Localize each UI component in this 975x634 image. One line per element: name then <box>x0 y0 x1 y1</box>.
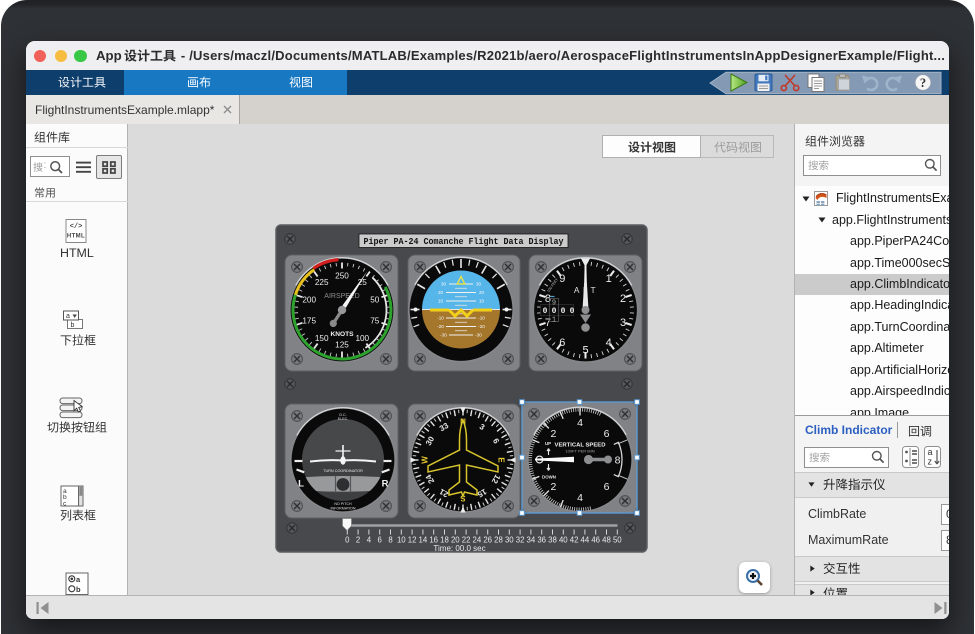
svg-text:20: 20 <box>438 290 444 295</box>
svg-text:-20: -20 <box>437 324 444 329</box>
svg-text:32: 32 <box>516 536 525 545</box>
svg-text:40: 40 <box>559 536 568 545</box>
svg-text:9: 9 <box>552 300 556 308</box>
svg-text:2: 2 <box>551 481 557 493</box>
svg-text:0: 0 <box>570 307 575 316</box>
svg-text:6: 6 <box>378 536 382 545</box>
svg-text:2: 2 <box>620 293 626 305</box>
svg-text:9: 9 <box>559 273 565 285</box>
svg-text:INFORMATION: INFORMATION <box>331 507 356 511</box>
svg-text:1: 1 <box>606 273 612 285</box>
svg-text:KNOTS: KNOTS <box>330 331 354 338</box>
svg-text:UP: UP <box>545 441 551 446</box>
svg-text:6: 6 <box>559 337 565 349</box>
svg-text:8: 8 <box>388 536 392 545</box>
svg-text:2: 2 <box>551 428 557 440</box>
svg-text:75: 75 <box>370 317 380 326</box>
svg-text:125: 125 <box>335 341 349 350</box>
svg-text:8: 8 <box>615 454 621 466</box>
svg-text:TURN COORDINATOR: TURN COORDINATOR <box>323 469 363 473</box>
svg-text:5: 5 <box>582 345 588 357</box>
svg-text:48: 48 <box>602 536 611 545</box>
svg-text:0: 0 <box>543 307 548 316</box>
svg-text:b: b <box>71 322 75 329</box>
svg-text:44: 44 <box>581 536 590 545</box>
svg-text:HTML: HTML <box>67 234 85 240</box>
svg-text:z: z <box>928 457 933 467</box>
svg-text:14: 14 <box>419 536 428 545</box>
svg-text:175: 175 <box>302 317 316 326</box>
svg-text:Time: 00.0 sec: Time: 00.0 sec <box>433 544 485 553</box>
svg-text:</>: </> <box>70 223 83 231</box>
svg-text:12: 12 <box>408 536 417 545</box>
svg-text:6: 6 <box>604 428 610 440</box>
svg-text:-20: -20 <box>478 324 485 329</box>
svg-text:2: 2 <box>356 536 360 545</box>
svg-text:?: ? <box>920 76 926 90</box>
svg-text:R: R <box>382 479 389 490</box>
svg-text:150: 150 <box>315 334 329 343</box>
svg-text:0: 0 <box>561 307 566 316</box>
svg-text:E: E <box>497 457 506 463</box>
svg-text:DOWN: DOWN <box>542 475 556 480</box>
svg-text:250: 250 <box>335 272 349 281</box>
svg-text:0: 0 <box>345 536 350 545</box>
svg-text:200: 200 <box>302 295 316 304</box>
svg-text:34: 34 <box>527 536 536 545</box>
svg-text:36: 36 <box>537 536 546 545</box>
svg-text:4: 4 <box>606 337 612 349</box>
svg-text:38: 38 <box>548 536 557 545</box>
svg-text:a: a <box>66 313 70 320</box>
svg-text:30: 30 <box>476 282 482 287</box>
svg-text:a: a <box>928 447 933 457</box>
svg-text:0: 0 <box>552 307 557 316</box>
svg-text:L: L <box>298 479 304 490</box>
svg-text:4: 4 <box>577 492 583 504</box>
svg-text:Piper PA-24 Comanche Flight Da: Piper PA-24 Comanche Flight Data Display <box>364 236 564 247</box>
svg-text:30: 30 <box>441 282 447 287</box>
svg-text:1: 1 <box>552 317 556 325</box>
svg-text:4: 4 <box>367 536 372 545</box>
svg-text:46: 46 <box>591 536 600 545</box>
svg-text:7: 7 <box>545 317 551 329</box>
svg-text:100: 100 <box>355 334 369 343</box>
svg-text:AIRSPEED: AIRSPEED <box>324 293 359 300</box>
svg-text:-10: -10 <box>478 316 485 321</box>
svg-text:42: 42 <box>570 536 579 545</box>
svg-text:-30: -30 <box>440 333 447 338</box>
svg-text:b: b <box>76 585 81 594</box>
svg-text:-10: -10 <box>437 316 444 321</box>
svg-text:100FT PER MIN: 100FT PER MIN <box>565 449 594 454</box>
svg-text:10: 10 <box>438 299 444 304</box>
svg-text:6: 6 <box>604 481 610 493</box>
svg-text:NO PITCH: NO PITCH <box>334 502 352 506</box>
svg-text:225: 225 <box>315 278 329 287</box>
svg-text:ELEC.: ELEC. <box>338 417 348 421</box>
svg-text:-30: -30 <box>475 333 482 338</box>
svg-text:20: 20 <box>479 290 485 295</box>
svg-text:50: 50 <box>370 295 380 304</box>
svg-text:30: 30 <box>505 536 514 545</box>
svg-text:W: W <box>421 456 430 464</box>
svg-text:10: 10 <box>397 536 406 545</box>
svg-text:50: 50 <box>613 536 622 545</box>
svg-text:10: 10 <box>479 299 485 304</box>
svg-text:28: 28 <box>494 536 503 545</box>
svg-text:4: 4 <box>577 417 583 429</box>
svg-text:3: 3 <box>620 317 626 329</box>
